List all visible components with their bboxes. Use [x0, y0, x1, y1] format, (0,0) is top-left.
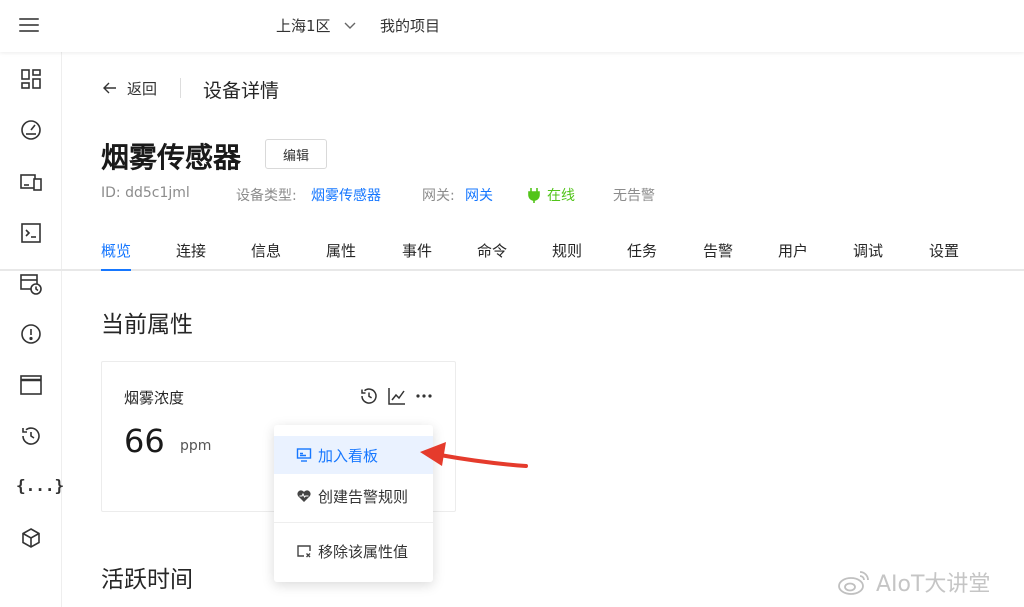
chevron-down-icon[interactable]: [343, 18, 357, 32]
property-unit: ppm: [180, 438, 212, 454]
property-value: 66: [124, 422, 165, 460]
tab-commands[interactable]: 命令: [477, 240, 507, 261]
watermark-text: AIoT大讲堂: [876, 572, 991, 597]
device-name: 烟雾传感器: [101, 141, 242, 174]
tab-info[interactable]: 信息: [251, 240, 281, 261]
section-title-current-props: 当前属性: [101, 312, 193, 338]
property-dropdown-menu: 加入看板 创建告警规则 移除该属性值: [274, 425, 433, 582]
line-chart-icon[interactable]: [387, 386, 407, 406]
edit-button[interactable]: 编辑: [265, 139, 327, 169]
schedule-icon[interactable]: [19, 272, 43, 296]
menu-item-remove-property-value[interactable]: 移除该属性值: [274, 532, 433, 570]
online-status: 在线: [527, 185, 575, 205]
sidebar: {...}: [0, 52, 64, 607]
arrow-left-icon: [103, 82, 116, 94]
tab-connection[interactable]: 连接: [176, 240, 206, 261]
menu-icon[interactable]: [19, 16, 39, 34]
online-status-label: 在线: [547, 188, 575, 204]
device-id: ID: dd5c1jml: [101, 185, 190, 201]
window-icon[interactable]: [19, 373, 43, 397]
breadcrumb-divider: [180, 78, 181, 98]
more-icon[interactable]: [414, 386, 434, 406]
tab-users[interactable]: 用户: [778, 240, 808, 261]
tab-tasks[interactable]: 任务: [627, 240, 657, 261]
menu-item-add-to-board[interactable]: 加入看板: [274, 436, 433, 474]
tab-bar: 概览 连接 信息 属性 事件 命令 规则 任务 告警 用户 调试 设置: [0, 228, 1024, 271]
back-button[interactable]: 返回: [101, 77, 157, 99]
tab-events[interactable]: 事件: [402, 240, 432, 261]
tab-properties[interactable]: 属性: [326, 240, 356, 261]
braces-icon[interactable]: {...}: [16, 474, 64, 498]
monitor-icon: [296, 448, 312, 462]
property-name: 烟雾浓度: [124, 389, 185, 407]
tab-alarms[interactable]: 告警: [703, 240, 733, 261]
menu-item-create-alarm-rule[interactable]: 创建告警规则: [274, 477, 433, 515]
plug-icon: [528, 188, 540, 203]
top-bar: 上海1区 我的项目: [0, 0, 1024, 52]
back-label: 返回: [127, 79, 158, 98]
history-icon[interactable]: [19, 424, 43, 448]
alert-icon[interactable]: [19, 322, 43, 346]
gateway-link[interactable]: 网关: [465, 185, 493, 205]
tab-rules[interactable]: 规则: [552, 240, 582, 261]
dashboard-icon[interactable]: [19, 67, 43, 91]
devices-icon[interactable]: [19, 170, 43, 194]
heart-pulse-icon: [297, 490, 311, 502]
menu-item-label: 移除该属性值: [318, 542, 409, 561]
tab-overview[interactable]: 概览: [101, 240, 131, 261]
watermark: AIoT大讲堂: [836, 565, 990, 599]
section-title-active-time: 活跃时间: [101, 567, 193, 593]
region-selector[interactable]: 上海1区: [276, 15, 331, 36]
alarm-status: 无告警: [613, 188, 655, 204]
tab-debug[interactable]: 调试: [853, 240, 883, 261]
gauge-icon[interactable]: [19, 118, 43, 142]
menu-divider: [274, 522, 433, 523]
device-type-label: 设备类型:: [236, 188, 297, 204]
gateway-label: 网关:: [422, 188, 455, 204]
tab-settings[interactable]: 设置: [929, 240, 959, 261]
weibo-logo-icon: [838, 571, 869, 595]
package-icon[interactable]: [19, 526, 43, 550]
menu-item-label: 加入看板: [318, 446, 379, 465]
menu-item-label: 创建告警规则: [318, 487, 409, 506]
page-title: 设备详情: [203, 80, 280, 102]
device-type-link[interactable]: 烟雾传感器: [311, 185, 381, 205]
tab-active-indicator: [101, 269, 131, 271]
annotation-arrow-icon: [420, 442, 528, 468]
history-icon[interactable]: [359, 386, 379, 406]
remove-value-icon: [297, 545, 311, 558]
project-selector[interactable]: 我的项目: [380, 15, 440, 36]
